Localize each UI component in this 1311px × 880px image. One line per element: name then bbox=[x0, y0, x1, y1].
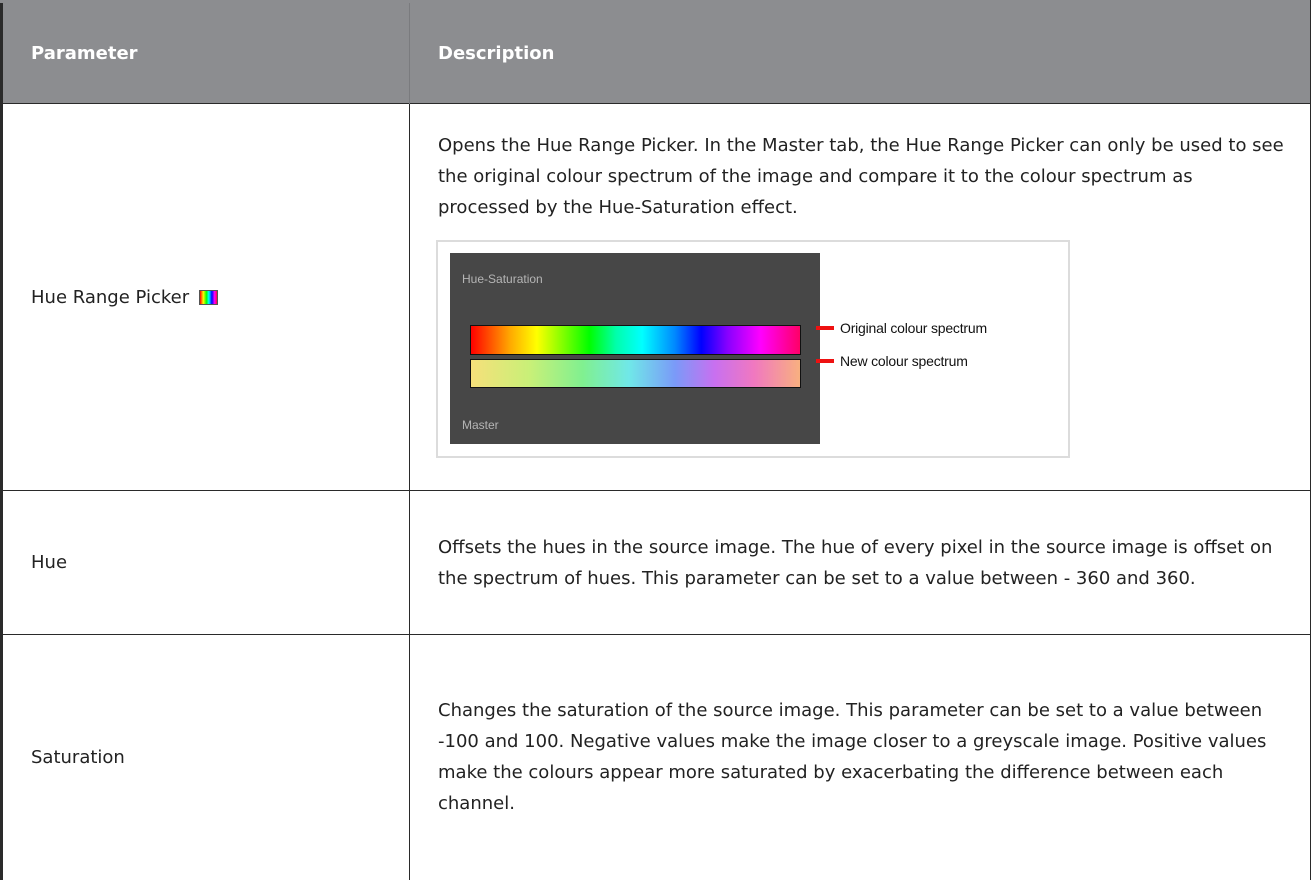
parameter-name-cell: Hue bbox=[2, 491, 410, 635]
parameter-name-cell: Saturation bbox=[2, 635, 410, 880]
hue-saturation-panel: Hue-Saturation Master bbox=[450, 253, 820, 444]
parameter-name-cell: Hue Range Picker bbox=[2, 104, 410, 491]
hue-range-picker-icon bbox=[199, 290, 218, 305]
table-header-row: Parameter Description bbox=[2, 2, 1311, 104]
description-column-header: Description bbox=[410, 2, 1311, 104]
parameter-description-cell: Changes the saturation of the source ima… bbox=[410, 635, 1311, 880]
parameter-name: Hue Range Picker bbox=[31, 282, 189, 313]
parameter-table: Parameter Description Hue Range Picker O… bbox=[0, 0, 1311, 880]
new-spectrum-label: New colour spectrum bbox=[840, 353, 968, 369]
parameter-description: Changes the saturation of the source ima… bbox=[438, 695, 1286, 819]
panel-tab-label: Master bbox=[462, 418, 499, 432]
parameter-description: Opens the Hue Range Picker. In the Maste… bbox=[438, 130, 1286, 223]
original-spectrum-bar bbox=[470, 325, 801, 355]
new-callout-line bbox=[816, 359, 834, 363]
new-spectrum-bar bbox=[470, 359, 801, 388]
table-row: Saturation Changes the saturation of the… bbox=[2, 635, 1311, 880]
table-row: Hue Offsets the hues in the source image… bbox=[2, 491, 1311, 635]
parameter-description-cell: Opens the Hue Range Picker. In the Maste… bbox=[410, 104, 1311, 491]
parameter-description: Offsets the hues in the source image. Th… bbox=[438, 532, 1286, 594]
parameter-name: Hue bbox=[31, 552, 67, 573]
parameter-name: Saturation bbox=[31, 747, 125, 768]
table-row: Hue Range Picker Opens the Hue Range Pic… bbox=[2, 104, 1311, 491]
parameter-column-header: Parameter bbox=[2, 2, 410, 104]
parameter-description-cell: Offsets the hues in the source image. Th… bbox=[410, 491, 1311, 635]
panel-title: Hue-Saturation bbox=[462, 272, 543, 286]
original-spectrum-label: Original colour spectrum bbox=[840, 320, 987, 336]
original-callout-line bbox=[816, 326, 834, 330]
hue-range-picker-figure: Hue-Saturation Master Original colour sp… bbox=[436, 240, 1070, 458]
